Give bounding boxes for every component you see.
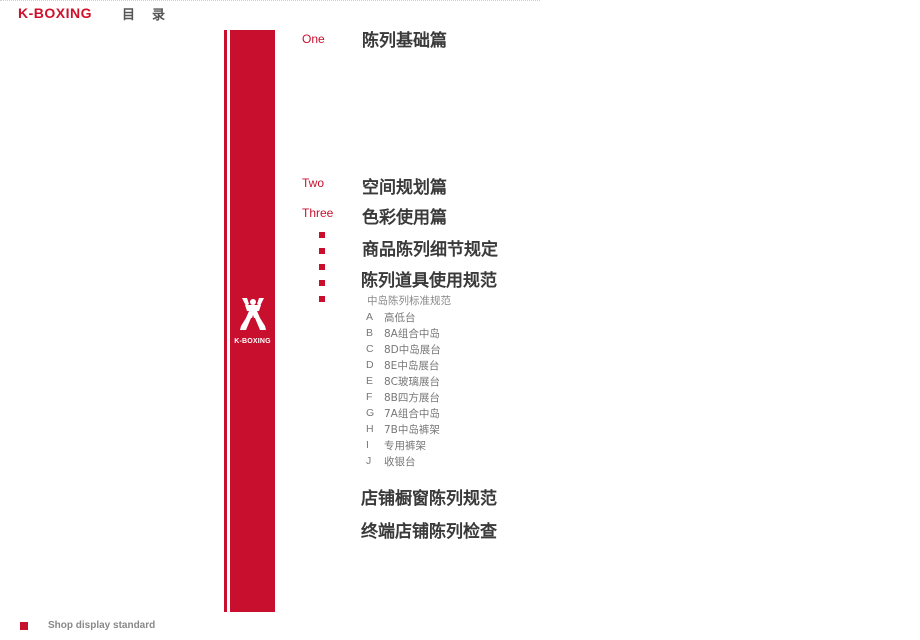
item-label: 8C玻璃展台 xyxy=(384,375,441,388)
list-item[interactable]: F 8B四方展台 xyxy=(366,389,441,405)
bullet-icon xyxy=(319,248,325,254)
item-letter: I xyxy=(366,439,369,451)
item-label: 8E中岛展台 xyxy=(384,359,440,372)
item-letter: E xyxy=(366,375,374,387)
section-title-store-inspection[interactable]: 终端店铺陈列检查 xyxy=(361,517,497,542)
section-number-one: One xyxy=(302,32,325,46)
section-title-three[interactable]: 色彩使用篇 xyxy=(362,203,447,228)
list-item[interactable]: G 7A组合中岛 xyxy=(366,405,441,421)
sub-section-list: A 高低台 B 8A组合中岛 C 8D中岛展台 D 8E中岛展台 E 8C玻璃展台 F 8B… xyxy=(366,309,441,469)
list-item[interactable]: D 8E中岛展台 xyxy=(366,357,441,373)
footer-square-icon xyxy=(20,622,28,630)
brand-logo-text: K-BOXING xyxy=(18,5,92,21)
item-label: 收银台 xyxy=(384,455,416,468)
item-letter: B xyxy=(366,327,374,339)
list-item[interactable]: J 收银台 xyxy=(366,453,441,469)
section-title-one[interactable]: 陈列基础篇 xyxy=(362,26,447,51)
section-title-two[interactable]: 空间规划篇 xyxy=(362,173,447,198)
bullet-icon xyxy=(319,296,325,302)
bullet-icon xyxy=(319,232,325,238)
item-label: 高低台 xyxy=(384,311,416,324)
section-title-window-display[interactable]: 店铺橱窗陈列规范 xyxy=(361,484,497,509)
boxer-figure-icon xyxy=(239,298,266,330)
section-number-two: Two xyxy=(302,176,325,190)
item-letter: C xyxy=(366,343,374,355)
item-label: 8A组合中岛 xyxy=(384,327,440,340)
item-label: 专用裤架 xyxy=(384,439,426,452)
logo-caption: K-BOXING xyxy=(234,338,271,345)
item-letter: H xyxy=(366,423,374,435)
item-letter: J xyxy=(366,455,372,467)
footer-caption: Shop display standard xyxy=(48,620,156,631)
kboxing-logo: K-BOXING xyxy=(230,296,275,345)
list-item[interactable]: H 7B中岛裤架 xyxy=(366,421,441,437)
list-item[interactable]: C 8D中岛展台 xyxy=(366,341,441,357)
item-letter: D xyxy=(366,359,374,371)
list-item[interactable]: I 专用裤架 xyxy=(366,437,441,453)
section-title-product-display[interactable]: 商品陈列细节规定 xyxy=(362,235,498,260)
item-label: 8D中岛展台 xyxy=(384,343,441,356)
section-title-props-usage[interactable]: 陈列道具使用规范 xyxy=(361,266,497,291)
list-item[interactable]: A 高低台 xyxy=(366,309,441,325)
item-letter: F xyxy=(366,391,373,403)
bullet-icon xyxy=(319,264,325,270)
item-letter: A xyxy=(366,311,374,323)
list-item[interactable]: B 8A组合中岛 xyxy=(366,325,441,341)
item-label: 7A组合中岛 xyxy=(384,407,440,420)
item-label: 7B中岛裤架 xyxy=(384,423,440,436)
decorative-thin-bar xyxy=(224,30,227,612)
item-label: 8B四方展台 xyxy=(384,391,440,404)
top-dotted-rule xyxy=(0,0,540,2)
list-item[interactable]: E 8C玻璃展台 xyxy=(366,373,441,389)
bullet-icon xyxy=(319,280,325,286)
sub-section-heading: 中岛陈列标准规范 xyxy=(367,295,451,307)
section-number-three: Three xyxy=(302,206,334,220)
page-title: 目录 xyxy=(122,8,183,23)
item-letter: G xyxy=(366,407,375,419)
